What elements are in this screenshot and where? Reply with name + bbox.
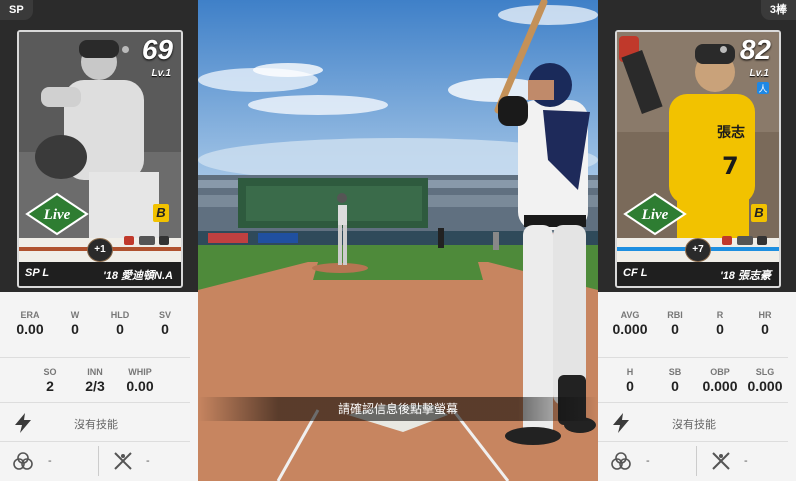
pitcher-card[interactable]: 69 Lv.1 Live B +1 SP L '18 愛迪頓N.A: [17, 30, 183, 288]
skill-text: 沒有技能: [74, 419, 118, 431]
batter-card-area: 3棒 張志 7 82 Lv.1 人 Live B +7 CF L '18 張志豪: [598, 0, 796, 292]
live-logo-text: Live: [43, 207, 71, 223]
pitcher-position: SP L: [25, 267, 50, 279]
svg-text:張志: 張志: [717, 124, 745, 141]
status-icons: [124, 236, 170, 247]
batter-position: CF L: [623, 267, 648, 279]
extra-value-right: -: [744, 455, 748, 467]
divider: [98, 446, 99, 476]
pitcher-badge-band: +1: [19, 236, 181, 262]
svg-text:7: 7: [722, 152, 739, 180]
lightning-icon: [613, 413, 629, 433]
batting-order-tag: 3棒: [760, 0, 796, 20]
stat-whip: WHIP 0.00: [126, 367, 154, 394]
lock-icon: [124, 236, 134, 245]
extra-value-right: -: [146, 455, 150, 467]
batter-stats-row-1: AVG 0.000 RBI 0 R0 HR 0: [598, 310, 796, 354]
hand-icon: 人: [757, 82, 769, 94]
crossed-bats-icon: [114, 452, 132, 470]
svg-text:人: 人: [758, 84, 767, 94]
pitcher-name-bar: SP L '18 愛迪頓N.A: [19, 262, 181, 286]
status-icons: [722, 236, 768, 247]
triple-circle-icon: [611, 452, 631, 470]
extra-value-left: -: [646, 455, 650, 467]
pitcher-overall: 69: [141, 34, 173, 65]
batter-card[interactable]: 張志 7 82 Lv.1 人 Live B +7 CF L '18 張志豪: [615, 30, 781, 288]
batter-level: Lv.1: [749, 68, 769, 79]
link-icon: [138, 236, 155, 245]
stat-so: SO 2: [43, 367, 57, 394]
team-logo-icon: B: [153, 204, 169, 222]
extra-value-left: -: [48, 455, 52, 467]
live-logo-text: Live: [641, 207, 669, 223]
pitcher-card-area: SP 69 Lv.1 Live B +1 SP L '18 愛迪頓N.A: [0, 0, 198, 292]
pitcher-name: '18 愛迪頓N.A: [103, 270, 173, 282]
batter-stats: AVG 0.000 RBI 0 R0 HR 0 H0 SB 0 OBP 0.000 SLG…: [598, 310, 796, 411]
divider: [696, 446, 697, 476]
batter-skill-row: 沒有技能: [598, 404, 796, 442]
divider: [0, 357, 190, 358]
crossed-bats-icon: [712, 452, 730, 470]
divider: [598, 357, 788, 358]
stat-h: H0: [626, 367, 634, 394]
divider: [0, 402, 190, 403]
live-logo: Live: [623, 192, 687, 236]
pitcher-panel: SP 69 Lv.1 Live B +1 SP L '18 愛迪頓N.A ERA…: [0, 0, 198, 481]
batter-panel: 3棒 張志 7 82 Lv.1 人 Live B +7 CF L '18 張志豪…: [598, 0, 796, 481]
batter-badge-band: +7: [617, 236, 779, 262]
bag-icon: [159, 236, 170, 245]
stat-sb: SB 0: [668, 367, 682, 394]
batter-name-bar: CF L '18 張志豪: [617, 262, 779, 286]
pitcher-extra-row: - -: [0, 442, 198, 481]
batter-extra-row: - -: [598, 442, 796, 481]
pitcher-stats: ERA 0.00 W0 HLD 0 SV 0 SO 2 INN 2/3 WHIP 0.00: [0, 310, 198, 411]
divider: [598, 402, 788, 403]
stat-w: W0: [70, 310, 80, 337]
live-logo: Live: [25, 192, 89, 236]
skill-text: 沒有技能: [672, 419, 716, 431]
team-logo-icon: B: [751, 204, 767, 222]
stat-rbi: RBI 0: [667, 310, 683, 337]
stat-slg: SLG 0.000: [747, 367, 783, 394]
pitcher-skill-row: 沒有技能: [0, 404, 198, 442]
stat-avg: AVG 0.000: [612, 310, 648, 337]
pitcher-role-tag: SP: [0, 0, 33, 20]
enhance-badge: +1: [87, 238, 113, 262]
stat-obp: OBP 0.000: [702, 367, 738, 394]
batter-overall: 82: [739, 34, 771, 65]
batter-name: '18 張志豪: [720, 270, 771, 282]
stat-sv: SV 0: [158, 310, 171, 337]
enhance-badge: +7: [685, 238, 711, 262]
stat-hld: HLD 0: [110, 310, 130, 337]
tap-to-continue-message[interactable]: 請確認信息後點擊螢幕: [198, 397, 598, 421]
triple-circle-icon: [13, 452, 33, 470]
stat-inn: INN 2/3: [85, 367, 105, 394]
pitcher-level: Lv.1: [151, 68, 171, 79]
stat-hr: HR 0: [758, 310, 772, 337]
bag-icon: [757, 236, 768, 245]
status-dot: [122, 46, 129, 53]
stat-r: R0: [716, 310, 724, 337]
status-dot: [720, 46, 727, 53]
link-icon: [736, 236, 753, 245]
stat-era: ERA 0.00: [16, 310, 44, 337]
lock-icon: [722, 236, 732, 245]
lightning-icon: [15, 413, 31, 433]
pitcher-stats-row-1: ERA 0.00 W0 HLD 0 SV 0: [0, 310, 198, 354]
